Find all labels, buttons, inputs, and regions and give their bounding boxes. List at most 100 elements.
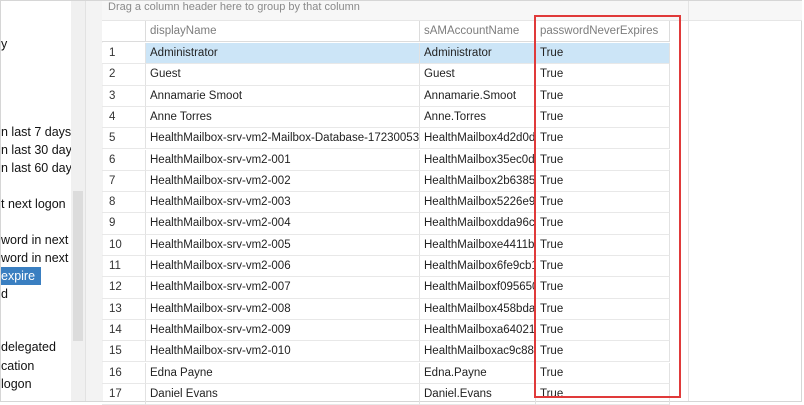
cell-sAMAccountName[interactable]: HealthMailbox2b63858	[420, 170, 536, 193]
cell-passwordNeverExpires[interactable]: True	[536, 170, 670, 193]
cell-passwordNeverExpires[interactable]: True	[536, 213, 670, 235]
cell-displayName[interactable]: HealthMailbox-srv-vm2-004	[146, 213, 420, 235]
row-number[interactable]: 12	[102, 277, 146, 299]
cell-displayName[interactable]: HealthMailbox-srv-vm2-009	[146, 319, 420, 342]
table-row[interactable]: 15 HealthMailbox-srv-vm2-010 HealthMailbox…	[102, 341, 670, 363]
cell-sAMAccountName[interactable]: HealthMailbox5226e9f	[420, 192, 536, 214]
cell-sAMAccountName[interactable]: Anne.Torres	[420, 106, 536, 129]
table-row[interactable]: 2 Guest Guest True	[102, 64, 670, 86]
row-number[interactable]: 2	[102, 64, 146, 86]
table-row[interactable]: 12 HealthMailbox-srv-vm2-007 HealthMailbox…	[102, 277, 670, 299]
row-number[interactable]: 6	[102, 149, 146, 171]
column-header-displayName[interactable]: displayName	[146, 21, 420, 42]
table-row[interactable]: 3 Annamarie Smoot Annamarie.Smoot True	[102, 85, 670, 107]
cell-displayName[interactable]: HealthMailbox-srv-vm2-Mailbox-Database-1…	[146, 128, 420, 150]
table-row[interactable]: 8 HealthMailbox-srv-vm2-003 HealthMailbox5…	[102, 192, 670, 214]
tree-item[interactable]: n last 7 days	[1, 123, 71, 141]
cell-sAMAccountName[interactable]: HealthMailboxdda96c4	[420, 213, 536, 235]
cell-displayName[interactable]: HealthMailbox-srv-vm2-006	[146, 256, 420, 278]
table-row[interactable]: 1 Administrator Administrator True	[102, 43, 670, 65]
cell-passwordNeverExpires[interactable]: True	[536, 85, 670, 107]
cell-sAMAccountName[interactable]: Guest	[420, 64, 536, 86]
row-number[interactable]: 14	[102, 319, 146, 342]
table-row[interactable]: 16 Edna Payne Edna.Payne True	[102, 362, 670, 384]
cell-passwordNeverExpires[interactable]: True	[536, 128, 670, 150]
table-row[interactable]: 11 HealthMailbox-srv-vm2-006 HealthMailbox…	[102, 256, 670, 278]
cell-displayName[interactable]: Annamarie Smoot	[146, 85, 420, 107]
tree-item[interactable]: n last 60 days	[1, 159, 71, 177]
cell-passwordNeverExpires[interactable]: True	[536, 298, 670, 320]
cell-displayName[interactable]: Daniel Evans	[146, 383, 420, 405]
cell-displayName[interactable]: Guest	[146, 64, 420, 86]
cell-displayName[interactable]: HealthMailbox-srv-vm2-010	[146, 341, 420, 363]
cell-passwordNeverExpires[interactable]: True	[536, 43, 670, 65]
column-header-passwordNeverExpires[interactable]: passwordNeverExpires	[536, 21, 670, 42]
cell-passwordNeverExpires[interactable]: True	[536, 277, 670, 299]
cell-sAMAccountName[interactable]: Administrator	[420, 43, 536, 65]
table-row[interactable]: 4 Anne Torres Anne.Torres True	[102, 106, 670, 129]
cell-passwordNeverExpires[interactable]: True	[536, 192, 670, 214]
tree-item[interactable]: y	[1, 35, 7, 53]
tree-scrollbar-thumb[interactable]	[73, 191, 83, 341]
cell-passwordNeverExpires[interactable]: True	[536, 383, 670, 405]
column-header-sAMAccountName[interactable]: sAMAccountName	[420, 21, 536, 42]
cell-sAMAccountName[interactable]: HealthMailboxa640214	[420, 319, 536, 342]
cell-sAMAccountName[interactable]: HealthMailbox458bdab	[420, 298, 536, 320]
tree-item[interactable]: cation	[1, 357, 34, 375]
cell-displayName[interactable]: HealthMailbox-srv-vm2-007	[146, 277, 420, 299]
cell-passwordNeverExpires[interactable]: True	[536, 64, 670, 86]
row-number[interactable]: 10	[102, 234, 146, 256]
row-number[interactable]: 17	[102, 383, 146, 405]
tree-item[interactable]: word in next	[1, 249, 68, 267]
cell-sAMAccountName[interactable]: HealthMailbox6fe9cb1	[420, 256, 536, 278]
cell-displayName[interactable]: Anne Torres	[146, 106, 420, 129]
cell-sAMAccountName[interactable]: Daniel.Evans	[420, 383, 536, 405]
cell-displayName[interactable]: HealthMailbox-srv-vm2-003	[146, 192, 420, 214]
cell-sAMAccountName[interactable]: Annamarie.Smoot	[420, 85, 536, 107]
row-number[interactable]: 11	[102, 256, 146, 278]
row-number[interactable]: 3	[102, 85, 146, 107]
cell-passwordNeverExpires[interactable]: True	[536, 341, 670, 363]
cell-passwordNeverExpires[interactable]: True	[536, 234, 670, 256]
table-row[interactable]: 9 HealthMailbox-srv-vm2-004 HealthMailboxd…	[102, 213, 670, 235]
table-row[interactable]: 14 HealthMailbox-srv-vm2-009 HealthMailbox…	[102, 319, 670, 342]
cell-sAMAccountName[interactable]: HealthMailbox4d2d0d8	[420, 128, 536, 150]
row-number[interactable]: 7	[102, 170, 146, 193]
cell-passwordNeverExpires[interactable]: True	[536, 362, 670, 384]
cell-sAMAccountName[interactable]: HealthMailboxe4411ba	[420, 234, 536, 256]
table-row[interactable]: 13 HealthMailbox-srv-vm2-008 HealthMailbox…	[102, 298, 670, 320]
row-number[interactable]: 13	[102, 298, 146, 320]
cell-displayName[interactable]: HealthMailbox-srv-vm2-002	[146, 170, 420, 193]
cell-passwordNeverExpires[interactable]: True	[536, 319, 670, 342]
tree-item[interactable]: d	[1, 285, 8, 303]
row-number-header[interactable]	[102, 21, 146, 42]
row-number[interactable]: 16	[102, 362, 146, 384]
cell-passwordNeverExpires[interactable]: True	[536, 149, 670, 171]
cell-passwordNeverExpires[interactable]: True	[536, 106, 670, 129]
table-row[interactable]: 7 HealthMailbox-srv-vm2-002 HealthMailbox2…	[102, 170, 670, 193]
row-number[interactable]: 9	[102, 213, 146, 235]
row-number[interactable]: 1	[102, 43, 146, 65]
table-row[interactable]: 6 HealthMailbox-srv-vm2-001 HealthMailbox3…	[102, 149, 670, 171]
cell-passwordNeverExpires[interactable]: True	[536, 256, 670, 278]
row-number[interactable]: 5	[102, 128, 146, 150]
cell-displayName[interactable]: HealthMailbox-srv-vm2-005	[146, 234, 420, 256]
tree-item[interactable]: delegated	[1, 338, 56, 356]
cell-displayName[interactable]: HealthMailbox-srv-vm2-008	[146, 298, 420, 320]
tree-scrollbar[interactable]	[71, 1, 85, 401]
tree-item[interactable]: word in next	[1, 231, 68, 249]
cell-sAMAccountName[interactable]: HealthMailboxac9c883	[420, 341, 536, 363]
table-row[interactable]: 17 Daniel Evans Daniel.Evans True	[102, 383, 670, 405]
table-row[interactable]: 10 HealthMailbox-srv-vm2-005 HealthMailbox…	[102, 234, 670, 256]
tree-item[interactable]: t next logon	[1, 195, 66, 213]
table-row[interactable]: 5 HealthMailbox-srv-vm2-Mailbox-Database-…	[102, 128, 670, 150]
cell-displayName[interactable]: Administrator	[146, 43, 420, 65]
cell-sAMAccountName[interactable]: HealthMailbox35ec0d7	[420, 149, 536, 171]
row-number[interactable]: 15	[102, 341, 146, 363]
tree-item[interactable]: n last 30 days	[1, 141, 71, 159]
panel-splitter[interactable]	[85, 1, 103, 401]
group-by-panel[interactable]: Drag a column header here to group by th…	[102, 1, 802, 21]
cell-displayName[interactable]: HealthMailbox-srv-vm2-001	[146, 149, 420, 171]
cell-displayName[interactable]: Edna Payne	[146, 362, 420, 384]
row-number[interactable]: 4	[102, 106, 146, 129]
